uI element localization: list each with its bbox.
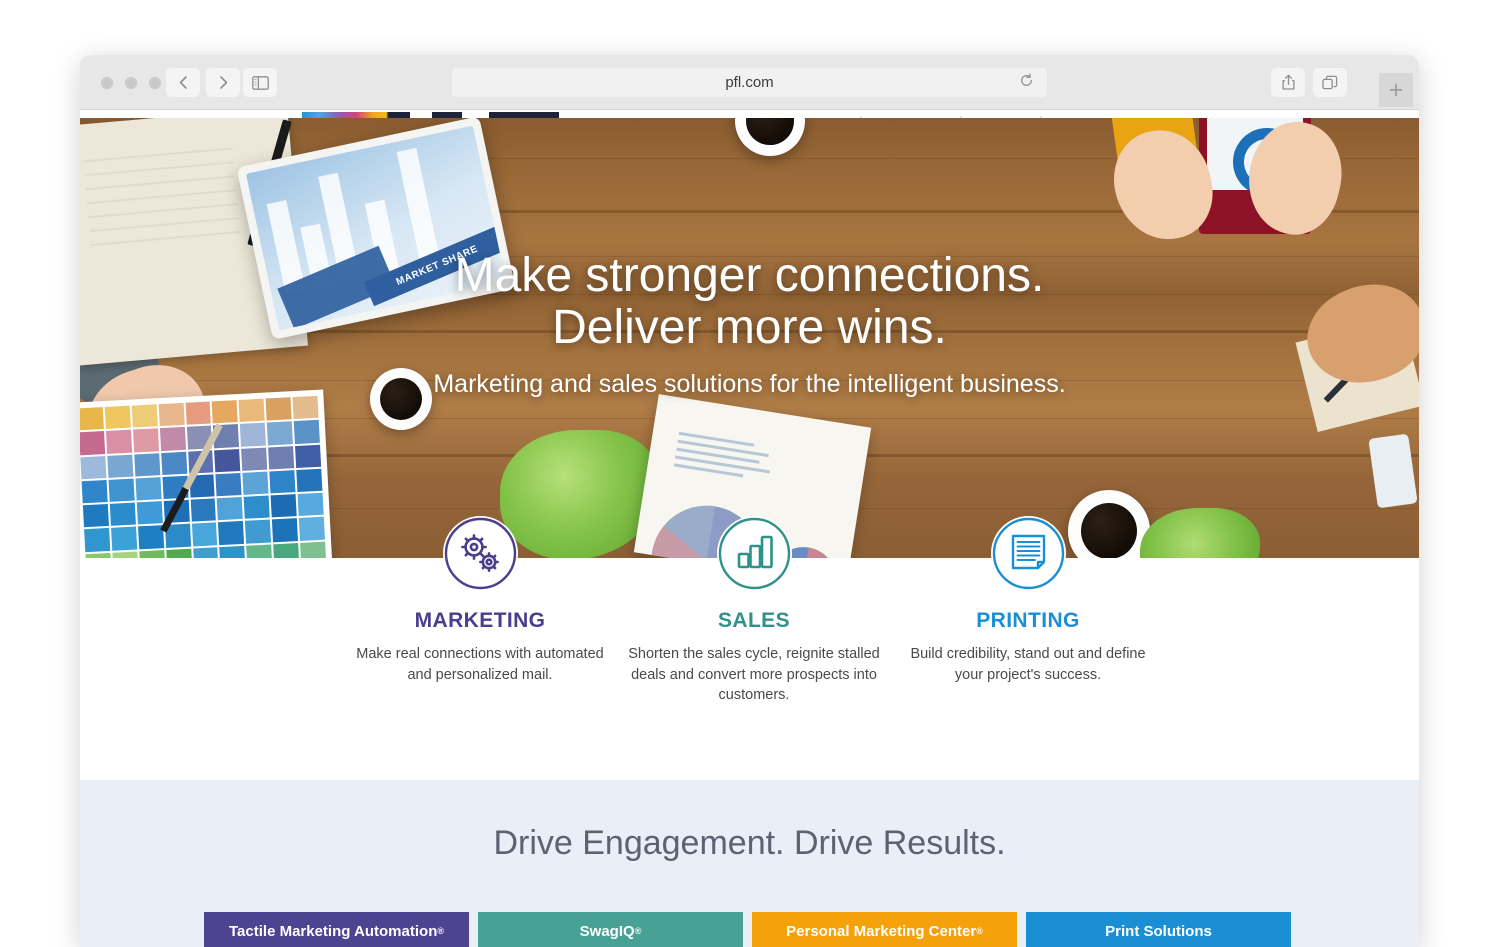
product-card-title: SwagIQ: [579, 922, 635, 940]
document-icon-badge: [990, 516, 1066, 591]
navigation-buttons: [166, 68, 240, 97]
address-bar[interactable]: pfl.com: [452, 68, 1047, 97]
tab-overview-button[interactable]: [1313, 68, 1347, 97]
chevron-right-icon: [219, 76, 227, 89]
new-tab-button[interactable]: +: [1379, 73, 1413, 107]
feature-title-sales: SALES: [717, 609, 790, 632]
registered-mark: ®: [437, 926, 444, 936]
hero-headline-line2: Deliver more wins.: [552, 300, 947, 354]
tabs-icon: [1322, 75, 1338, 89]
product-card-header: Personal Marketing Center ®: [752, 912, 1017, 947]
feature-sales[interactable]: SALES Shorten the sales cycle, reignite …: [604, 516, 904, 706]
gears-icon-badge: [442, 516, 518, 591]
chevron-left-icon: [179, 76, 187, 89]
product-card-print-solutions[interactable]: Print Solutions Showcase the value of: [1026, 912, 1291, 947]
phone-photo-element: [1368, 433, 1418, 509]
product-card-header: SwagIQ ®: [478, 912, 743, 947]
reload-icon[interactable]: [1019, 72, 1034, 93]
close-window-button[interactable]: [101, 77, 113, 89]
registered-mark: ®: [634, 926, 642, 936]
product-cards: Tactile Marketing Automation® Integrate …: [204, 912, 1300, 947]
hero-banner: MARKET SHARE Make stronger connections. …: [80, 118, 1419, 558]
forward-button[interactable]: [206, 68, 240, 97]
engagement-section: Drive Engagement. Drive Results. Tactile…: [80, 780, 1419, 947]
browser-toolbar: pfl.com +: [80, 55, 1419, 110]
document-icon: [992, 517, 1064, 590]
tablet-chart-bar: [396, 147, 441, 266]
product-card-swagiq[interactable]: SwagIQ® Send high impact gifts with: [478, 912, 743, 947]
hero-headline-line1: Make stronger connections.: [454, 249, 1045, 302]
product-card-header: Tactile Marketing Automation ®: [204, 912, 469, 947]
color-swatch-grid: [80, 389, 333, 558]
bar-chart-icon-badge: [716, 516, 792, 591]
new-tab-label: +: [1388, 75, 1404, 104]
window-traffic-lights: [101, 77, 161, 89]
coffee-cup-photo-element: [735, 118, 805, 156]
sidebar-icon: [251, 75, 269, 90]
product-card-title: Print Solutions: [1105, 922, 1212, 940]
feature-printing[interactable]: PRINTING Build credibility, stand out an…: [878, 516, 1178, 685]
hero-subtitle: Marketing and sales solutions for the in…: [433, 369, 1066, 398]
feature-desc-sales: Shorten the sales cycle, reignite stalle…: [628, 646, 880, 704]
feature-marketing[interactable]: MARKETING Make real connections with aut…: [330, 516, 630, 685]
bar-chart-icon: [718, 517, 790, 590]
feature-title-printing: PRINTING: [976, 609, 1080, 632]
feature-columns: MARKETING Make real connections with aut…: [80, 516, 1419, 788]
share-icon: [1281, 74, 1295, 90]
product-card-personal-marketing-center[interactable]: Personal Marketing Center® Give sales re…: [752, 912, 1017, 947]
product-card-title: Tactile Marketing Automation: [229, 922, 438, 940]
share-button[interactable]: [1271, 68, 1305, 97]
registered-mark: ®: [976, 926, 983, 936]
hero-copy: Make stronger connections. Deliver more …: [80, 250, 1419, 399]
browser-window: pfl.com + MARKET SHARE Make stronger con…: [80, 55, 1419, 947]
feature-title-marketing: MARKETING: [414, 609, 546, 632]
gears-icon: [444, 517, 516, 590]
engagement-title: Drive Engagement. Drive Results.: [493, 824, 1006, 862]
toolbar-right-buttons: [1271, 68, 1347, 97]
feature-desc-marketing: Make real connections with automated and…: [356, 646, 604, 683]
back-button[interactable]: [166, 68, 200, 97]
page-viewport: MARKET SHARE Make stronger connections. …: [80, 110, 1419, 947]
feature-desc-printing: Build credibility, stand out and define …: [910, 646, 1146, 683]
product-card-title: Personal Marketing Center: [786, 922, 977, 940]
product-card-header: Print Solutions: [1026, 912, 1291, 947]
url-text: pfl.com: [725, 74, 774, 91]
maximize-window-button[interactable]: [149, 77, 161, 89]
show-sidebar-button[interactable]: [243, 68, 277, 97]
reload-glyph: [1021, 72, 1032, 86]
site-navigation-sliver: [80, 110, 1419, 118]
product-card-tactile-marketing-automation[interactable]: Tactile Marketing Automation® Integrate …: [204, 912, 469, 947]
minimize-window-button[interactable]: [125, 77, 137, 89]
